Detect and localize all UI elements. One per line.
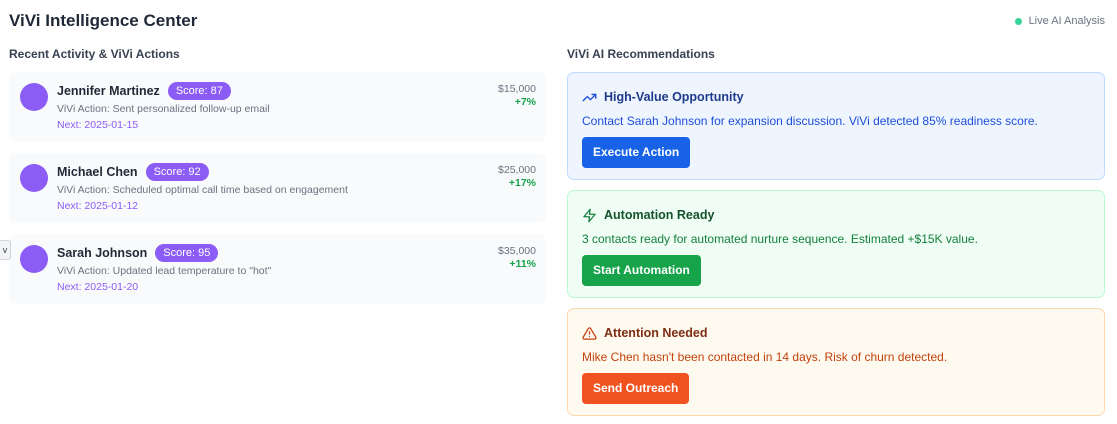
lightning-icon — [582, 208, 597, 223]
avatar — [20, 164, 48, 192]
score-badge: Score: 87 — [167, 82, 231, 100]
start-automation-button[interactable]: Start Automation — [582, 255, 701, 286]
contact-name: Jennifer Martinez — [57, 84, 160, 98]
recommendation-card-automation: Automation Ready 3 contacts ready for au… — [567, 190, 1105, 298]
warning-icon — [582, 326, 597, 341]
contact-name: Michael Chen — [57, 165, 138, 179]
avatar — [20, 83, 48, 111]
send-outreach-button[interactable]: Send Outreach — [582, 373, 690, 404]
deal-value: $35,000 — [498, 245, 536, 257]
live-status-label: Live AI Analysis — [1028, 15, 1105, 27]
avatar — [20, 245, 48, 273]
deal-value: $25,000 — [498, 164, 536, 176]
recommendation-card-high-value: High-Value Opportunity Contact Sarah Joh… — [567, 72, 1105, 180]
live-status: Live AI Analysis — [1014, 15, 1105, 27]
vivi-action-text: ViVi Action: Updated lead temperature to… — [57, 265, 272, 277]
live-status-dot — [1014, 17, 1022, 25]
next-date: Next: 2025-01-12 — [57, 200, 139, 212]
recommendation-title: Automation Ready — [604, 208, 715, 222]
value-change: +7% — [514, 96, 536, 108]
page-title: ViVi Intelligence Center — [9, 11, 198, 30]
recommendation-text: Mike Chen hasn't been contacted in 14 da… — [582, 350, 948, 364]
recommendation-title: High-Value Opportunity — [604, 90, 744, 104]
activity-card[interactable]: Jennifer Martinez Score: 87 ViVi Action:… — [9, 72, 546, 142]
contact-name: Sarah Johnson — [57, 246, 148, 260]
activity-section-title: Recent Activity & ViVi Actions — [9, 47, 180, 61]
recommendation-text: 3 contacts ready for automated nurture s… — [582, 232, 978, 246]
value-change: +17% — [508, 177, 536, 189]
recommendations-section-title: ViVi AI Recommendations — [567, 47, 715, 61]
trending-up-icon — [582, 90, 597, 105]
activity-card[interactable]: Michael Chen Score: 92 ViVi Action: Sche… — [9, 153, 546, 223]
recommendation-text: Contact Sarah Johnson for expansion disc… — [582, 114, 1038, 128]
score-badge: Score: 92 — [145, 163, 209, 181]
deal-value: $15,000 — [498, 83, 536, 95]
side-panel-toggle[interactable]: v — [0, 240, 11, 260]
next-date: Next: 2025-01-20 — [57, 281, 139, 293]
vivi-action-text: ViVi Action: Sent personalized follow-up… — [57, 103, 270, 115]
next-date: Next: 2025-01-15 — [57, 119, 139, 131]
recommendation-title: Attention Needed — [604, 326, 708, 340]
vivi-action-text: ViVi Action: Scheduled optimal call time… — [57, 184, 348, 196]
value-change: +11% — [509, 258, 536, 270]
activity-list: Jennifer Martinez Score: 87 ViVi Action:… — [9, 72, 546, 315]
execute-action-button[interactable]: Execute Action — [582, 137, 691, 168]
activity-card[interactable]: Sarah Johnson Score: 95 ViVi Action: Upd… — [9, 234, 546, 304]
recommendations-list: High-Value Opportunity Contact Sarah Joh… — [567, 72, 1105, 424]
recommendation-card-attention: Attention Needed Mike Chen hasn't been c… — [567, 308, 1105, 416]
header: ViVi Intelligence Center Live AI Analysi… — [9, 10, 1105, 32]
score-badge: Score: 95 — [155, 244, 219, 262]
